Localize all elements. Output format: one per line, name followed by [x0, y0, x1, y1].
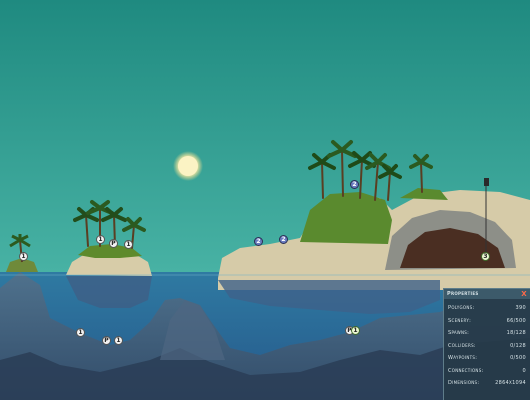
spawn-marker[interactable]: P	[109, 239, 118, 248]
spawn-marker[interactable]: 1	[96, 235, 105, 244]
spawn-marker[interactable]: 1	[76, 328, 85, 337]
spawn-marker[interactable]: 1	[351, 326, 360, 335]
property-label: Waypoints:	[448, 355, 478, 361]
property-value: 0/128	[510, 342, 526, 349]
property-value: 0	[522, 367, 526, 374]
spawn-marker[interactable]: 1	[114, 336, 123, 345]
property-value: 0/500	[510, 355, 526, 361]
property-label: Connections:	[448, 367, 484, 374]
sun-core	[178, 156, 198, 176]
property-row: Spawns: 18/128	[448, 330, 526, 343]
spawn-marker[interactable]: 1	[124, 240, 133, 249]
property-value: 18/128	[506, 330, 526, 336]
spawn-marker[interactable]: P	[102, 336, 111, 345]
spawn-marker[interactable]: 2	[279, 235, 288, 244]
property-row: Connections: 0	[448, 368, 526, 381]
properties-panel-header[interactable]: Properties X	[444, 289, 530, 299]
properties-panel[interactable]: Properties X Polygons: 390 Scenery: 66/5…	[443, 288, 530, 400]
spawn-marker[interactable]: 2	[350, 180, 359, 189]
property-label: Scenery:	[448, 317, 472, 324]
property-label: Dimensions:	[448, 380, 480, 386]
flag	[484, 178, 489, 186]
property-value: 66/500	[506, 317, 526, 324]
property-row: Scenery: 66/500	[448, 318, 526, 331]
property-label: Spawns:	[448, 330, 470, 336]
property-value: 2864x1094	[495, 380, 526, 386]
property-row: Colliders: 0/128	[448, 343, 526, 356]
properties-panel-title: Properties	[447, 291, 479, 297]
property-label: Polygons:	[448, 305, 475, 311]
properties-list: Polygons: 390 Scenery: 66/500 Spawns: 18…	[444, 299, 530, 393]
property-row: Waypoints: 0/500	[448, 355, 526, 368]
spawn-marker[interactable]: 3	[481, 252, 490, 261]
property-row: Dimensions: 2864x1094	[448, 380, 526, 393]
spawn-marker[interactable]: 2	[254, 237, 263, 246]
property-label: Colliders:	[448, 342, 476, 349]
property-row: Polygons: 390	[448, 305, 526, 318]
property-value: 390	[515, 305, 526, 311]
close-icon[interactable]: X	[521, 290, 527, 298]
spawn-marker[interactable]: 1	[19, 252, 28, 261]
